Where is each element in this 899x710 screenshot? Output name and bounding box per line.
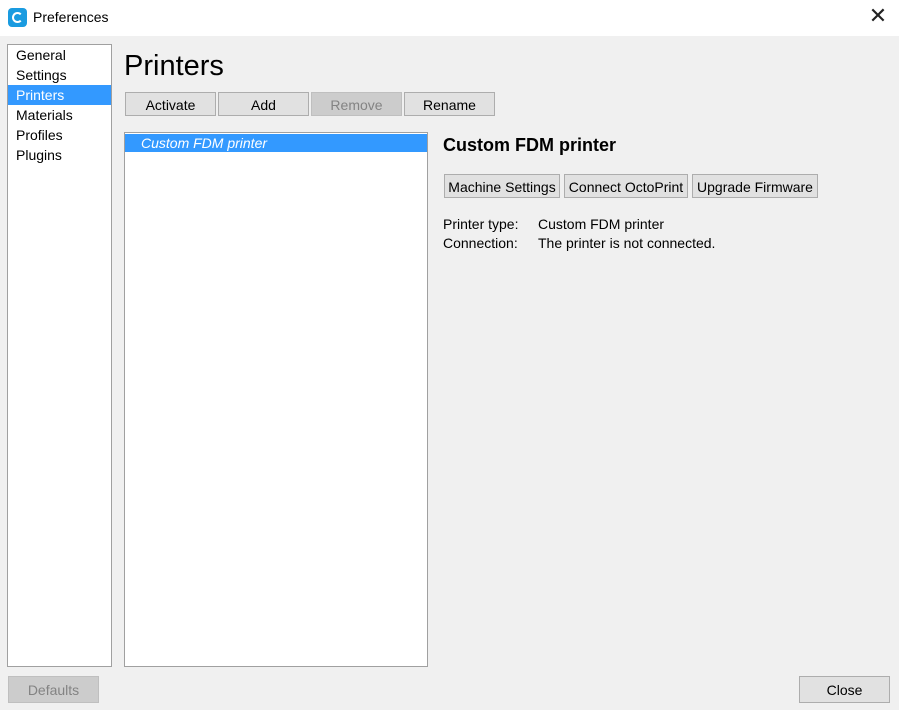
activate-button[interactable]: Activate (125, 92, 216, 116)
sidebar-item-materials[interactable]: Materials (8, 105, 111, 125)
close-button[interactable]: Close (799, 676, 890, 703)
connection-label: Connection: (443, 235, 518, 251)
sidebar-item-printers[interactable]: Printers (8, 85, 111, 105)
connection-value: The printer is not connected. (538, 235, 716, 251)
close-icon[interactable]: ✕ (865, 4, 891, 30)
add-button[interactable]: Add (218, 92, 309, 116)
printer-type-label: Printer type: (443, 216, 519, 232)
remove-button[interactable]: Remove (311, 92, 402, 116)
printer-type-value: Custom FDM printer (538, 216, 665, 232)
sidebar-item-settings[interactable]: Settings (8, 65, 111, 85)
preferences-window: Preferences ✕ General Settings Printers … (0, 0, 899, 710)
sidebar-item-profiles[interactable]: Profiles (8, 125, 111, 145)
page-title: Printers (124, 50, 224, 82)
printer-detail-title: Custom FDM printer (443, 135, 616, 155)
cura-logo-icon (8, 8, 27, 27)
rename-button[interactable]: Rename (404, 92, 495, 116)
connect-octoprint-button[interactable]: Connect OctoPrint (564, 174, 688, 198)
title-bar: Preferences ✕ (0, 0, 899, 36)
printer-list: Custom FDM printer (124, 132, 428, 667)
preferences-sidebar: General Settings Printers Materials Prof… (7, 44, 112, 667)
window-title: Preferences (33, 9, 109, 25)
sidebar-item-general[interactable]: General (8, 45, 111, 65)
machine-settings-button[interactable]: Machine Settings (444, 174, 560, 198)
printer-list-item[interactable]: Custom FDM printer (125, 134, 427, 152)
sidebar-item-plugins[interactable]: Plugins (8, 145, 111, 165)
upgrade-firmware-button[interactable]: Upgrade Firmware (692, 174, 818, 198)
defaults-button[interactable]: Defaults (8, 676, 99, 703)
